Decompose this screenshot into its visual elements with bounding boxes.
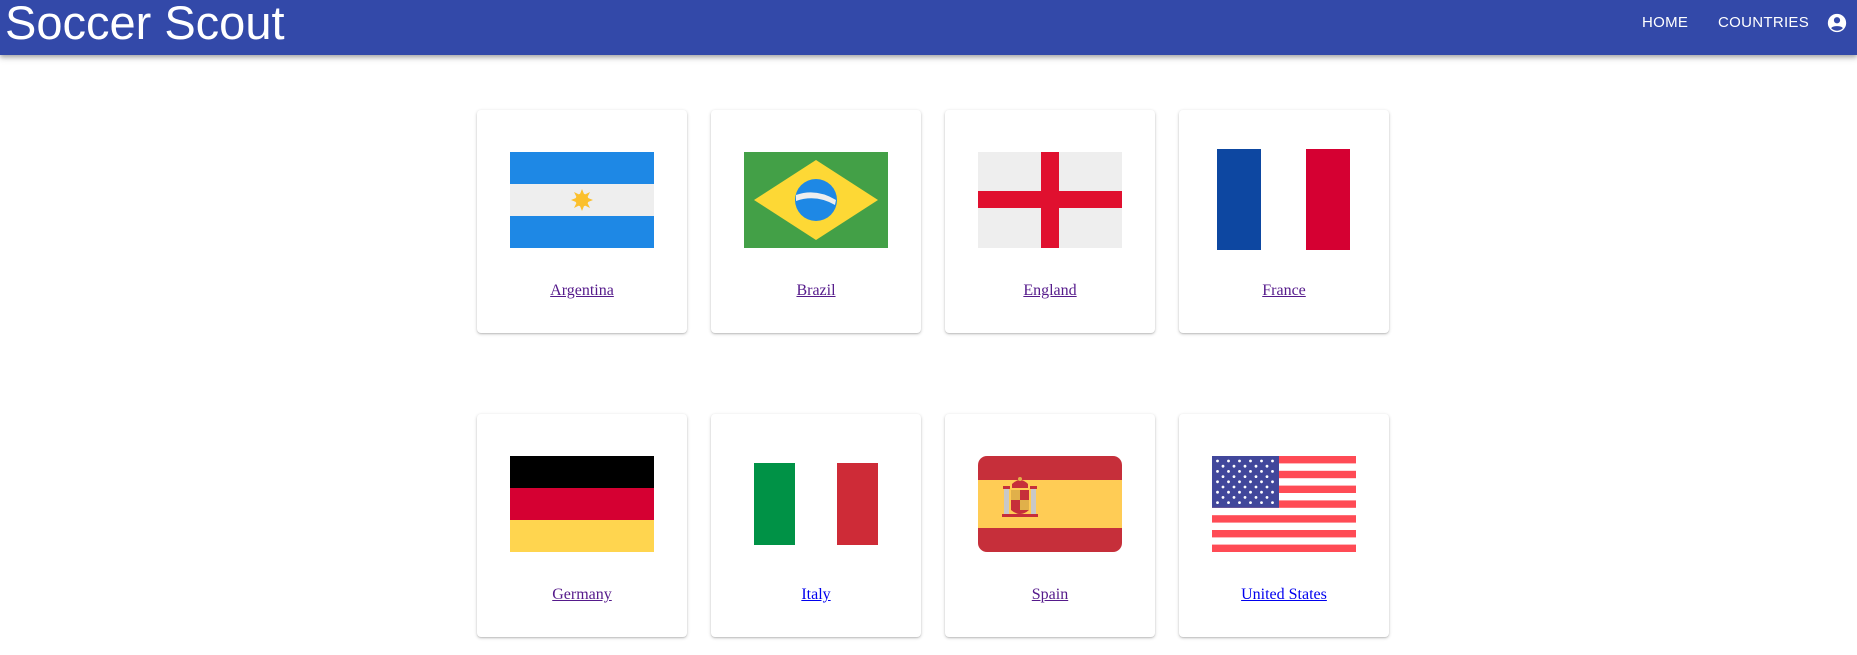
country-link-germany[interactable]: Germany (477, 586, 687, 604)
nav-home-button[interactable]: HOME (1642, 12, 1688, 34)
united-states-flag-icon[interactable] (1212, 452, 1356, 556)
england-flag-icon[interactable] (978, 148, 1122, 252)
france-flag-icon[interactable] (1212, 148, 1356, 252)
country-link-spain[interactable]: Spain (945, 586, 1155, 604)
argentina-flag-icon[interactable] (510, 148, 654, 252)
country-link-brazil[interactable]: Brazil (711, 282, 921, 300)
country-card-brazil[interactable]: Brazil (711, 110, 921, 333)
italy-flag-icon[interactable] (744, 452, 888, 556)
app-title[interactable]: Soccer Scout (5, 0, 285, 51)
country-link-france[interactable]: France (1179, 282, 1389, 300)
country-card-france[interactable]: France (1179, 110, 1389, 333)
app-bar: Soccer Scout HOME COUNTRIES (0, 0, 1857, 55)
country-link-argentina[interactable]: Argentina (477, 282, 687, 300)
country-card-argentina[interactable]: Argentina (477, 110, 687, 333)
brazil-flag-icon[interactable] (744, 148, 888, 252)
country-link-united-states[interactable]: United States (1179, 586, 1389, 604)
country-card-spain[interactable]: Spain (945, 414, 1155, 637)
country-card-germany[interactable]: Germany (477, 414, 687, 637)
country-link-italy[interactable]: Italy (711, 586, 921, 604)
account-circle-icon[interactable] (1826, 12, 1848, 34)
spain-flag-icon[interactable] (978, 452, 1122, 556)
nav-countries-button[interactable]: COUNTRIES (1718, 12, 1809, 34)
country-card-england[interactable]: England (945, 110, 1155, 333)
country-card-italy[interactable]: Italy (711, 414, 921, 637)
country-card-united-states[interactable]: United States (1179, 414, 1389, 637)
country-link-england[interactable]: England (945, 282, 1155, 300)
germany-flag-icon[interactable] (510, 452, 654, 556)
